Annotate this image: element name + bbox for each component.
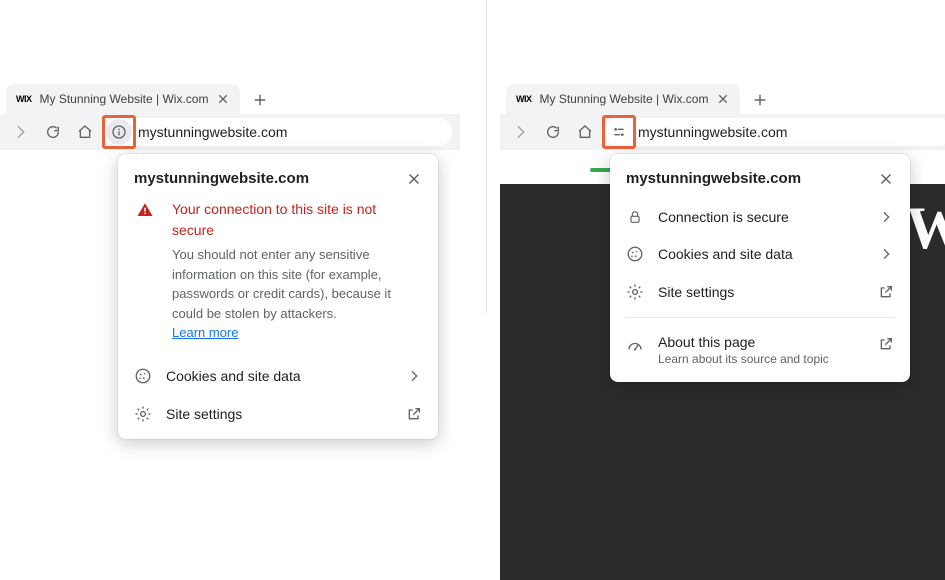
page-content: mystunningwebsite.com Your connection to…: [0, 150, 460, 580]
address-bar[interactable]: mystunningwebsite.com: [604, 118, 945, 146]
home-button[interactable]: [572, 119, 598, 145]
open-external-icon: [878, 284, 894, 300]
forward-button[interactable]: [8, 119, 34, 145]
browser-window-insecure: WIX My Stunning Website | Wix.com mystun…: [0, 80, 460, 580]
site-settings-row[interactable]: Site settings: [118, 395, 438, 433]
forward-button[interactable]: [508, 119, 534, 145]
lock-icon: [626, 209, 644, 225]
security-warning: Your connection to this site is not secu…: [118, 199, 438, 357]
close-tab-button[interactable]: [716, 92, 730, 106]
browser-toolbar: mystunningwebsite.com: [500, 114, 945, 150]
page-logo-fragment: W: [906, 194, 945, 263]
address-bar[interactable]: mystunningwebsite.com: [104, 118, 452, 146]
tab-strip: WIX My Stunning Website | Wix.com: [0, 80, 460, 114]
browser-tab[interactable]: WIX My Stunning Website | Wix.com: [6, 84, 240, 114]
row-label: Cookies and site data: [166, 368, 392, 384]
tab-title: My Stunning Website | Wix.com: [40, 92, 209, 106]
chevron-right-icon: [878, 209, 894, 225]
cookie-icon: [626, 245, 644, 263]
page-content: W mystunningwebsite.com Connection is se…: [500, 150, 945, 580]
popup-divider: [626, 317, 894, 318]
tab-title: My Stunning Website | Wix.com: [540, 92, 709, 106]
browser-tab[interactable]: WIX My Stunning Website | Wix.com: [506, 84, 740, 114]
site-info-popup: mystunningwebsite.com Connection is secu…: [610, 154, 910, 382]
site-info-button[interactable]: [606, 119, 632, 145]
favicon: WIX: [16, 94, 32, 104]
reload-button[interactable]: [540, 119, 566, 145]
warning-title: Your connection to this site is not secu…: [172, 199, 422, 241]
row-label: Connection is secure: [658, 209, 864, 225]
about-label: About this page: [658, 334, 755, 350]
cookies-row[interactable]: Cookies and site data: [610, 235, 910, 273]
cookie-icon: [134, 367, 152, 385]
open-external-icon: [406, 406, 422, 422]
url-text: mystunningwebsite.com: [138, 124, 287, 140]
site-settings-row[interactable]: Site settings: [610, 273, 910, 311]
warning-text: You should not enter any sensitive infor…: [172, 245, 422, 323]
connection-secure-row[interactable]: Connection is secure: [610, 199, 910, 235]
row-label: Cookies and site data: [658, 246, 864, 262]
about-sublabel: Learn about its source and topic: [658, 352, 864, 366]
chevron-right-icon: [406, 368, 422, 384]
row-label: Site settings: [166, 406, 392, 422]
url-text: mystunningwebsite.com: [638, 124, 787, 140]
new-tab-button[interactable]: [246, 86, 274, 114]
reload-button[interactable]: [40, 119, 66, 145]
warning-icon: [136, 201, 154, 219]
tab-strip: WIX My Stunning Website | Wix.com: [500, 80, 945, 114]
row-label: Site settings: [658, 284, 864, 300]
row-label: About this page Learn about its source a…: [658, 334, 864, 366]
home-button[interactable]: [72, 119, 98, 145]
browser-toolbar: mystunningwebsite.com: [0, 114, 460, 150]
new-tab-button[interactable]: [746, 86, 774, 114]
open-external-icon: [878, 336, 894, 352]
chevron-right-icon: [878, 246, 894, 262]
about-page-row[interactable]: About this page Learn about its source a…: [610, 324, 910, 376]
close-popup-button[interactable]: [406, 171, 422, 187]
speedometer-icon: [626, 336, 644, 354]
site-info-popup: mystunningwebsite.com Your connection to…: [118, 154, 438, 439]
panel-divider: [486, 0, 487, 313]
close-tab-button[interactable]: [216, 92, 230, 106]
site-info-button[interactable]: [106, 119, 132, 145]
browser-window-secure: WIX My Stunning Website | Wix.com mystun…: [500, 80, 945, 580]
gear-icon: [134, 405, 152, 423]
close-popup-button[interactable]: [878, 171, 894, 187]
cookies-row[interactable]: Cookies and site data: [118, 357, 438, 395]
learn-more-link[interactable]: Learn more: [172, 325, 238, 340]
popup-title: mystunningwebsite.com: [134, 170, 309, 187]
favicon: WIX: [516, 94, 532, 104]
gear-icon: [626, 283, 644, 301]
popup-title: mystunningwebsite.com: [626, 170, 801, 187]
